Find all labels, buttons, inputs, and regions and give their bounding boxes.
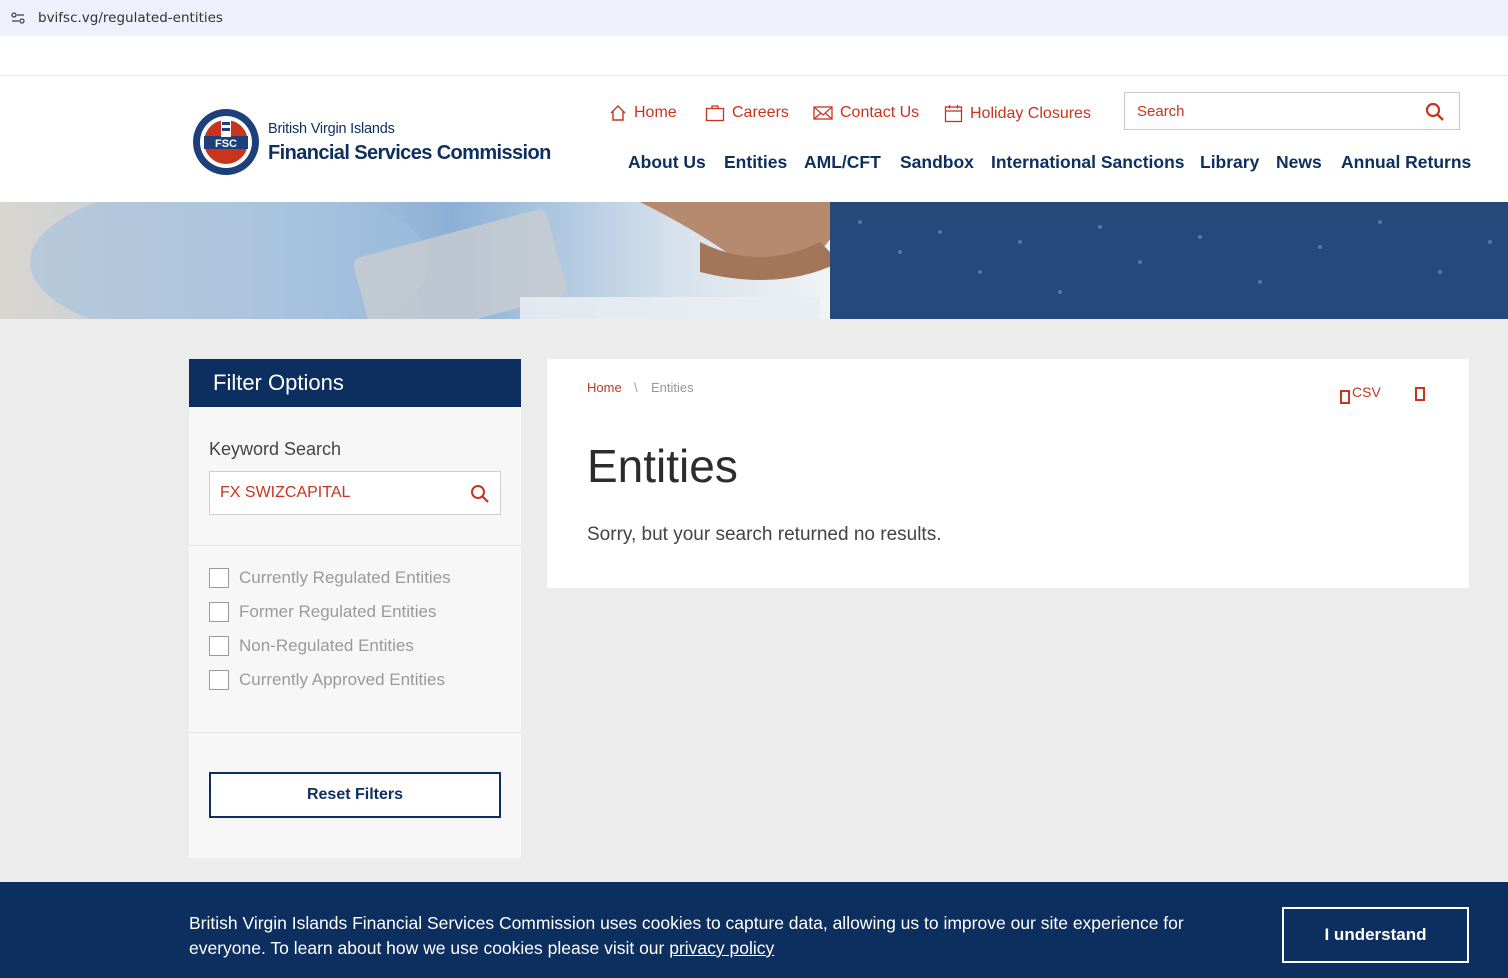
checkbox[interactable] [209, 670, 229, 690]
keyword-value[interactable]: FX SWIZCAPITAL [220, 484, 350, 502]
site-header: FSC British Virgin Islands Financial Ser… [0, 77, 1508, 202]
no-results-message: Sorry, but your search returned no resul… [587, 524, 942, 545]
home-icon [610, 105, 626, 121]
csv-label: CSV [1352, 384, 1381, 400]
results-panel: Home \ Entities CSV Entities Sorry, but … [547, 359, 1469, 588]
nav-entities[interactable]: Entities [724, 152, 787, 173]
breadcrumb-current: Entities [651, 380, 694, 395]
util-nav-careers[interactable]: Careers [705, 104, 789, 122]
keyword-search-label: Keyword Search [209, 439, 342, 459]
nav-aml-cft[interactable]: AML/CFT [804, 152, 881, 173]
reset-filters-button[interactable]: Reset Filters [209, 772, 501, 818]
checkbox[interactable] [209, 636, 229, 656]
file-icon [1340, 390, 1350, 404]
export-csv-button[interactable]: CSV [1340, 384, 1381, 404]
checkbox-label: Currently Regulated Entities [239, 568, 451, 587]
filter-header: Filter Options [189, 359, 521, 407]
util-nav-home[interactable]: Home [609, 104, 677, 122]
breadcrumb-home-link[interactable]: Home [587, 380, 622, 395]
envelope-icon [813, 106, 833, 120]
browser-address-bar[interactable]: bvifsc.vg/regulated-entities [0, 0, 1508, 36]
page-title: Entities [587, 440, 738, 492]
util-nav-label: Home [634, 104, 677, 121]
util-nav-holiday[interactable]: Holiday Closures [944, 104, 1091, 123]
hero-banner-image [0, 202, 1508, 319]
checkbox-label: Former Regulated Entities [239, 602, 437, 621]
checkbox-non-regulated[interactable]: Non-Regulated Entities [209, 636, 414, 656]
util-nav-label: Careers [732, 104, 789, 121]
print-icon[interactable] [1415, 387, 1425, 401]
util-nav-label: Contact Us [840, 104, 920, 121]
filter-title: Filter Options [213, 370, 344, 395]
checkbox-currently-regulated[interactable]: Currently Regulated Entities [209, 568, 451, 588]
keyword-search-input[interactable]: FX SWIZCAPITAL [209, 471, 501, 515]
nav-library[interactable]: Library [1200, 152, 1259, 173]
nav-international-sanctions[interactable]: International Sanctions [991, 152, 1185, 173]
filter-divider [189, 545, 521, 546]
checkbox-label: Currently Approved Entities [239, 670, 445, 689]
filter-divider [189, 732, 521, 733]
privacy-policy-link[interactable]: privacy policy [669, 938, 774, 958]
cookie-banner: British Virgin Islands Financial Service… [0, 882, 1508, 978]
site-search-input[interactable]: Search [1124, 92, 1460, 130]
briefcase-icon [705, 105, 725, 122]
url-text[interactable]: bvifsc.vg/regulated-entities [38, 10, 223, 26]
nav-annual-returns[interactable]: Annual Returns [1341, 152, 1471, 173]
filter-panel: Filter Options Keyword Search FX SWIZCAP… [189, 359, 521, 858]
calendar-icon [944, 105, 963, 123]
search-icon[interactable] [1425, 102, 1445, 122]
checkbox-former-regulated[interactable]: Former Regulated Entities [209, 602, 436, 622]
checkbox-label: Non-Regulated Entities [239, 636, 414, 655]
logo-line-2[interactable]: Financial Services Commission [268, 142, 551, 165]
svg-text:FSC: FSC [215, 138, 237, 150]
search-icon[interactable] [470, 484, 490, 504]
nav-sandbox[interactable]: Sandbox [900, 152, 974, 173]
cookie-accept-button[interactable]: I understand [1282, 907, 1469, 963]
checkbox[interactable] [209, 568, 229, 588]
fsc-logo-icon[interactable]: FSC [191, 107, 261, 177]
checkbox-currently-approved[interactable]: Currently Approved Entities [209, 670, 445, 690]
util-nav-contact[interactable]: Contact Us [813, 104, 919, 122]
site-settings-icon[interactable] [11, 11, 25, 25]
checkbox[interactable] [209, 602, 229, 622]
search-placeholder: Search [1137, 103, 1185, 120]
cookie-text: British Virgin Islands Financial Service… [189, 911, 1199, 961]
nav-news[interactable]: News [1276, 152, 1322, 173]
breadcrumb-separator: \ [634, 380, 638, 395]
nav-about-us[interactable]: About Us [628, 152, 706, 173]
logo-line-1[interactable]: British Virgin Islands [268, 121, 395, 137]
util-nav-label: Holiday Closures [970, 104, 1091, 122]
handshake-illustration [30, 202, 1508, 319]
browser-toolbar-gap [0, 36, 1508, 76]
